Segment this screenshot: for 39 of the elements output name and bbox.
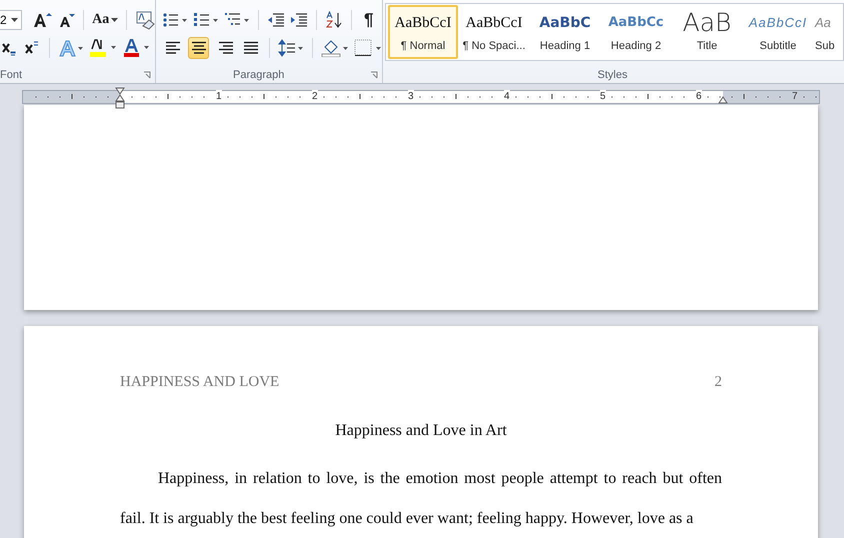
group-label: Styles <box>598 69 628 81</box>
caret-icon <box>11 18 18 22</box>
change-case-button[interactable]: Aa <box>92 12 118 28</box>
paint-bucket-icon[interactable] <box>321 39 349 57</box>
show-marks-button[interactable]: ¶ <box>364 10 374 30</box>
bullets-icon[interactable] <box>162 12 188 28</box>
caret-icon <box>111 18 118 22</box>
decrease-indent-icon[interactable] <box>267 12 285 28</box>
style-item[interactable]: AaBbCcI ¶ No Spaci... <box>459 5 529 59</box>
shrink-font-icon[interactable] <box>57 11 76 29</box>
group-label: Font <box>0 69 22 81</box>
eraser-icon[interactable] <box>134 10 155 30</box>
sort-icon[interactable] <box>325 11 343 29</box>
indent-marker-icon[interactable] <box>115 87 125 109</box>
dialog-launcher-icon[interactable] <box>143 71 151 79</box>
group-label: Paragraph <box>233 69 284 81</box>
style-item[interactable]: Aa Sub <box>814 5 843 59</box>
style-item[interactable]: AaBbCc Heading 2 <box>601 5 671 59</box>
multilevel-list-icon[interactable] <box>224 12 250 28</box>
ruler-number: 7 <box>792 90 798 103</box>
document-title: Happiness and Love in Art <box>335 422 507 439</box>
grow-font-icon[interactable] <box>32 11 52 29</box>
highlight-icon[interactable] <box>89 38 117 58</box>
font-size-field[interactable]: 2 <box>0 10 22 30</box>
borders-icon[interactable] <box>354 39 382 57</box>
text-effects-icon[interactable] <box>58 39 84 57</box>
style-item[interactable]: AaBbCcI ¶ Normal <box>388 5 458 59</box>
running-header: HAPPINESS AND LOVE <box>120 373 280 392</box>
increase-indent-icon[interactable] <box>290 12 308 28</box>
page-number: 2 <box>714 373 722 392</box>
body-paragraph: Happiness, in relation to love, is the emotion most people attempt to reach but often fail. It is arguably the best feeling one could ever want; feeling happy. However, love as a <box>120 469 722 529</box>
font-color-icon[interactable] <box>122 38 150 58</box>
align-center-button[interactable] <box>188 37 210 59</box>
style-item[interactable]: AaB Title <box>672 5 742 59</box>
style-item[interactable]: AaBbC Heading 1 <box>530 5 600 59</box>
dialog-launcher-icon[interactable] <box>370 71 378 79</box>
style-item[interactable]: AaBbCcI Subtitle <box>743 5 813 59</box>
line-spacing-icon[interactable] <box>278 39 304 57</box>
numbering-icon[interactable] <box>193 12 219 28</box>
